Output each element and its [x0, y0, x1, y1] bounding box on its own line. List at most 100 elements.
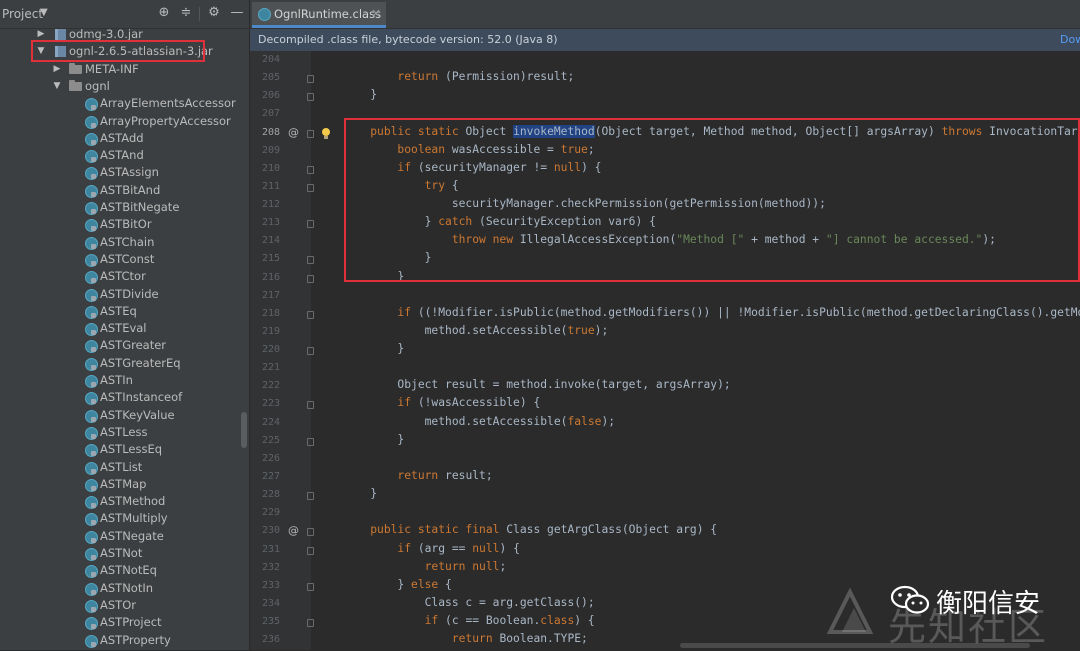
- tree-item-class[interactable]: ASTProperty: [0, 632, 249, 649]
- annotation-marker-icon[interactable]: @: [288, 126, 299, 139]
- tree-item-class[interactable]: ASTCtor: [0, 268, 249, 285]
- keyword-token: if: [424, 614, 439, 628]
- tree-item-class[interactable]: ASTOr: [0, 597, 249, 614]
- fold-marker-icon[interactable]: [307, 165, 314, 174]
- close-icon[interactable]: ×: [371, 6, 381, 20]
- fold-marker-icon[interactable]: [307, 220, 314, 229]
- line-number: 215: [261, 253, 280, 265]
- line-number: 226: [261, 452, 280, 464]
- tree-item-label: ASTDivide: [100, 286, 159, 301]
- fold-marker-icon[interactable]: [307, 183, 314, 192]
- tree-item-class[interactable]: ASTKeyValue: [0, 407, 249, 424]
- line-number: 214: [261, 235, 280, 247]
- tree-item-package[interactable]: ▼ ognl: [0, 78, 249, 95]
- tree-item-class[interactable]: ASTNegate: [0, 528, 249, 545]
- fold-marker-icon[interactable]: [307, 401, 314, 410]
- tree-item-class[interactable]: ASTDivide: [0, 286, 249, 303]
- tree-item-class[interactable]: ASTBitAnd: [0, 182, 249, 199]
- chevron-down-icon[interactable]: ▼: [40, 7, 48, 18]
- gear-icon[interactable]: ⚙: [206, 5, 222, 21]
- tree-item-class[interactable]: ArrayElementsAccessor: [0, 95, 249, 112]
- annotation-marker-icon[interactable]: @: [288, 524, 299, 537]
- tree-item-class[interactable]: ASTChain: [0, 234, 249, 251]
- tree-item-class[interactable]: ASTMap: [0, 476, 249, 493]
- tree-item-label: ASTBitOr: [100, 217, 152, 232]
- tree-item-label: ASTChain: [100, 234, 155, 249]
- class-icon: [85, 530, 98, 544]
- tree-item-class[interactable]: ASTEq: [0, 303, 249, 320]
- tree-item-class[interactable]: ASTAssign: [0, 164, 249, 181]
- tree-item-class[interactable]: ASTNotIn: [0, 580, 249, 597]
- project-scrollbar[interactable]: [241, 412, 247, 448]
- tree-item-class[interactable]: ASTProject: [0, 614, 249, 631]
- code-token: );: [594, 323, 609, 337]
- fold-marker-icon[interactable]: [307, 75, 314, 84]
- tree-item-class[interactable]: ASTLess: [0, 424, 249, 441]
- fold-marker-icon[interactable]: [307, 546, 314, 555]
- tree-item-class[interactable]: ASTIn: [0, 372, 249, 389]
- tree-item-class[interactable]: ASTNot: [0, 545, 249, 562]
- class-icon: [85, 184, 98, 198]
- collapse-arrow-icon[interactable]: ▶: [52, 61, 62, 78]
- fold-marker-icon[interactable]: [307, 347, 314, 356]
- tree-item-label: ASTEq: [100, 303, 137, 318]
- line-number: 233: [261, 579, 280, 591]
- fold-marker-icon[interactable]: [307, 310, 314, 319]
- folder-icon: [69, 79, 82, 91]
- tree-item-label: ASTNotIn: [100, 580, 154, 595]
- crosshair-icon[interactable]: ⊕: [156, 5, 172, 21]
- code-token: ) {: [574, 614, 595, 628]
- fold-marker-icon[interactable]: [307, 256, 314, 265]
- code-token: {: [438, 577, 452, 591]
- keyword-token: if: [397, 541, 412, 555]
- tree-item-class[interactable]: ASTBitOr: [0, 216, 249, 233]
- class-icon: [85, 426, 98, 440]
- code-token: Class getArgClass(Object arg) {: [499, 523, 718, 537]
- tree-item-label: ASTNotEq: [100, 563, 157, 578]
- tree-item-class[interactable]: ASTGreaterEq: [0, 355, 249, 372]
- decompiled-notice-text: Decompiled .class file, bytecode version…: [258, 33, 558, 46]
- fold-marker-icon[interactable]: [307, 129, 314, 138]
- tab-ognlruntime-class[interactable]: OgnlRuntime.class ×: [252, 2, 386, 28]
- tree-item-class[interactable]: ASTMethod: [0, 493, 249, 510]
- tree-item-class[interactable]: ASTLessEq: [0, 441, 249, 458]
- code-token: }: [343, 487, 378, 501]
- tree-item-class[interactable]: ASTInstanceof: [0, 389, 249, 406]
- tree-item-class[interactable]: ASTAnd: [0, 147, 249, 164]
- tree-item-class[interactable]: ASTNotEq: [0, 562, 249, 579]
- fold-marker-icon[interactable]: [307, 582, 314, 591]
- code-line: if (!wasAccessible) {: [343, 396, 540, 409]
- tree-item-class[interactable]: ASTList: [0, 459, 249, 476]
- tree-item-class[interactable]: ASTMultiply: [0, 510, 249, 527]
- class-icon: [85, 617, 98, 631]
- class-icon: [85, 132, 98, 146]
- code-token: (Permission)result;: [438, 70, 575, 84]
- tree-item-class[interactable]: ASTBitNegate: [0, 199, 249, 216]
- fold-marker-icon[interactable]: [307, 93, 314, 102]
- line-number: 219: [261, 325, 280, 337]
- download-sources-link[interactable]: Dow: [1060, 33, 1080, 46]
- tree-item-class[interactable]: ArrayPropertyAccessor: [0, 113, 249, 130]
- fold-marker-icon[interactable]: [307, 619, 314, 628]
- tree-item-class[interactable]: ASTGreater: [0, 337, 249, 354]
- fold-marker-icon[interactable]: [307, 274, 314, 283]
- fold-marker-icon[interactable]: [307, 492, 314, 501]
- class-file-icon: [258, 8, 271, 21]
- tree-item-class[interactable]: ASTAdd: [0, 130, 249, 147]
- tree-item-class[interactable]: ASTEval: [0, 320, 249, 337]
- expand-arrow-icon[interactable]: ▼: [52, 78, 62, 95]
- tree-item-label: ASTLessEq: [100, 442, 163, 457]
- tree-item-class[interactable]: ASTConst: [0, 251, 249, 268]
- fold-marker-icon[interactable]: [307, 437, 314, 446]
- tree-item-label: ASTMethod: [100, 494, 166, 509]
- tree-item-folder[interactable]: ▶ META-INF: [0, 61, 249, 78]
- lightbulb-icon[interactable]: [322, 127, 330, 139]
- project-view-selector[interactable]: Project: [2, 7, 43, 21]
- xianzhi-logo-icon: [826, 588, 874, 634]
- fold-marker-icon[interactable]: [307, 528, 314, 537]
- code-line: return Boolean.TYPE;: [343, 632, 588, 645]
- collapse-icon[interactable]: ≑: [178, 5, 194, 21]
- minimize-icon[interactable]: —: [229, 5, 245, 21]
- class-icon: [85, 461, 98, 475]
